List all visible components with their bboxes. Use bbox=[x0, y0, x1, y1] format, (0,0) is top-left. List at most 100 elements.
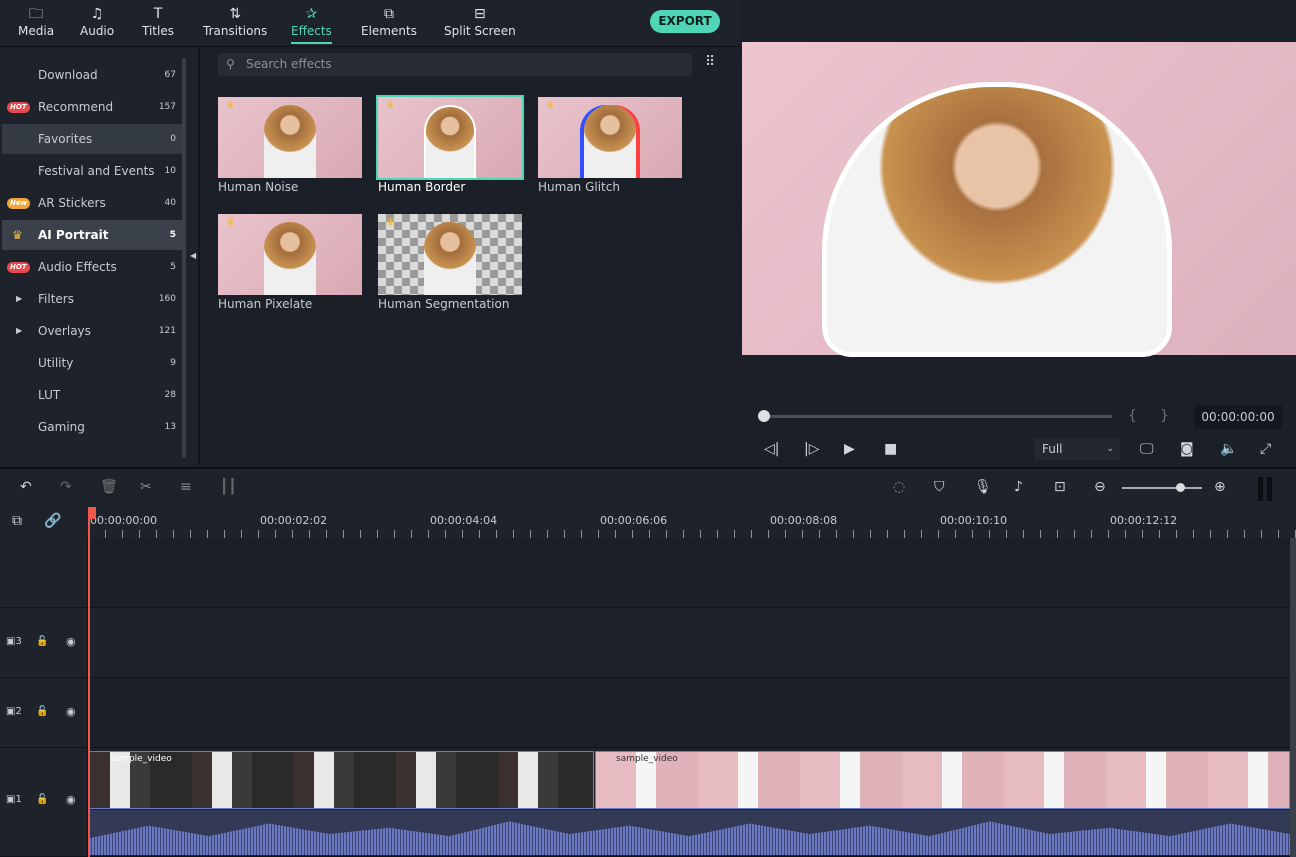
crown-icon: ♛ bbox=[226, 217, 235, 228]
fit-icon[interactable]: ⊡ bbox=[1054, 479, 1066, 495]
video-clip[interactable]: sample_video bbox=[595, 751, 1290, 809]
collapse-icon[interactable]: ◀ bbox=[190, 251, 196, 260]
ruler-ticks bbox=[88, 530, 1296, 538]
ruler-label: 00:00:10:10 bbox=[940, 514, 1008, 527]
sidebar-scrollbar[interactable] bbox=[182, 58, 186, 458]
playhead-handle[interactable] bbox=[88, 507, 96, 519]
prev-frame-icon[interactable]: ◁| bbox=[764, 441, 779, 457]
crown-icon: ♛ bbox=[386, 100, 395, 111]
sidebar-item-utility[interactable]: Utility 9 bbox=[2, 348, 182, 378]
timeline-ruler[interactable]: ⧉ 🔗 00:00:00:00 00:00:02:02 00:00:04:04 … bbox=[0, 505, 1296, 538]
effect-thumb-human-noise[interactable]: ♛ bbox=[218, 97, 362, 178]
audio-waveform[interactable] bbox=[89, 810, 1290, 855]
preview-scrubber[interactable] bbox=[762, 415, 1112, 418]
expand-icon[interactable]: ▶ bbox=[16, 316, 22, 346]
video-clip[interactable]: sample_video bbox=[89, 751, 594, 809]
tab-media[interactable]: 🗀 Media bbox=[18, 4, 54, 38]
delete-icon[interactable]: 🗑 bbox=[100, 479, 118, 495]
effect-label: Human Glitch bbox=[538, 180, 620, 194]
eye-icon[interactable]: ◉ bbox=[66, 793, 76, 806]
redo-icon[interactable]: ↷ bbox=[60, 479, 72, 495]
zoom-in-icon[interactable]: ⊕ bbox=[1214, 479, 1226, 495]
play-icon[interactable]: ▶ bbox=[844, 441, 855, 457]
new-badge: New bbox=[7, 198, 31, 209]
play-step-icon[interactable]: |▷ bbox=[804, 441, 819, 457]
sidebar-item-filters[interactable]: ▶ Filters 160 bbox=[2, 284, 182, 314]
sidebar-item-overlays[interactable]: ▶ Overlays 121 bbox=[2, 316, 182, 346]
export-button[interactable]: EXPORT bbox=[650, 10, 720, 33]
stop-icon[interactable]: ■ bbox=[884, 441, 897, 457]
lock-icon[interactable]: 🔓 bbox=[36, 794, 48, 805]
cut-icon[interactable]: ✂ bbox=[140, 479, 152, 495]
lock-icon[interactable]: 🔓 bbox=[36, 636, 48, 647]
lock-icon[interactable]: 🔓 bbox=[36, 706, 48, 717]
tab-split-screen[interactable]: ⊟ Split Screen bbox=[444, 4, 516, 38]
preview-panel: { } 00:00:00:00 ◁| |▷ ▶ ■ Full ⌄ 🖵 ◙ 🔈 ⤢ bbox=[742, 0, 1296, 465]
snapshot-icon[interactable]: ◙ bbox=[1180, 441, 1194, 457]
search-icon: ⚲ bbox=[226, 57, 235, 71]
transition-icon: ⇅ bbox=[229, 6, 242, 22]
tab-audio[interactable]: ♫ Audio bbox=[80, 4, 114, 38]
zoom-slider-handle[interactable] bbox=[1176, 483, 1185, 492]
panel-toggle[interactable] bbox=[1258, 477, 1272, 501]
display-icon[interactable]: 🖵 bbox=[1140, 441, 1154, 457]
track-3: ▣3 🔓 ◉ bbox=[0, 608, 1290, 678]
sidebar-item-recommend[interactable]: HOT Recommend 157 bbox=[2, 92, 182, 122]
adjust-icon[interactable]: ≡ bbox=[180, 479, 192, 495]
ruler-label: 00:00:12:12 bbox=[1110, 514, 1178, 527]
split-screen-icon: ⊟ bbox=[473, 6, 486, 22]
search-input[interactable]: ⚲ Search effects bbox=[218, 53, 692, 76]
scrubber-handle[interactable] bbox=[758, 410, 770, 422]
timeline-toolbar: ↶ ↷ 🗑 ✂ ≡ ┃┃ ◌ ⛉ 🎙 ♪ ⊡ ⊖ ⊕ bbox=[0, 467, 1296, 505]
preview-video bbox=[742, 42, 1296, 357]
crown-icon: ♛ bbox=[12, 228, 23, 242]
eye-icon[interactable]: ◉ bbox=[66, 635, 76, 648]
link-icon[interactable]: 🔗 bbox=[44, 513, 61, 529]
undo-icon[interactable]: ↶ bbox=[20, 479, 32, 495]
timecode: 00:00:00:00 bbox=[1194, 405, 1282, 429]
mark-in-icon[interactable]: { bbox=[1128, 408, 1137, 424]
effect-thumb-human-glitch[interactable]: ♛ bbox=[538, 97, 682, 178]
voiceover-icon[interactable]: ♪ bbox=[1014, 479, 1023, 495]
audio-wave-icon[interactable]: ┃┃ bbox=[220, 479, 237, 495]
video-track-icon: ▣1 bbox=[6, 794, 22, 805]
crown-icon: ♛ bbox=[546, 100, 555, 111]
effects-sidebar: Download 67 HOT Recommend 157 Favorites 0 Fe… bbox=[0, 48, 200, 465]
effect-thumb-human-segmentation[interactable]: ♛ bbox=[378, 214, 522, 295]
grid-view-icon[interactable]: ⠿ bbox=[705, 54, 715, 70]
tab-elements[interactable]: ⧉ Elements bbox=[361, 4, 417, 38]
sidebar-item-gaming[interactable]: Gaming 13 bbox=[2, 412, 182, 442]
effect-thumb-human-border[interactable]: ♛ bbox=[376, 95, 524, 180]
sidebar-item-download[interactable]: Download 67 bbox=[2, 60, 182, 90]
quality-select[interactable]: Full ⌄ bbox=[1034, 438, 1120, 460]
marker-icon[interactable]: ⛉ bbox=[934, 479, 945, 495]
zoom-out-icon[interactable]: ⊖ bbox=[1094, 479, 1106, 495]
sidebar-item-favorites[interactable]: Favorites 0 bbox=[2, 124, 182, 154]
sidebar-item-ai-portrait[interactable]: ♛ AI Portrait 5 bbox=[2, 220, 182, 250]
ruler-label: 00:00:02:02 bbox=[260, 514, 328, 527]
tab-titles[interactable]: T Titles bbox=[142, 4, 174, 38]
add-track-icon[interactable]: ⧉ bbox=[12, 513, 22, 529]
tab-transitions[interactable]: ⇅ Transitions bbox=[203, 4, 267, 38]
volume-icon[interactable]: 🔈 bbox=[1220, 441, 1237, 457]
sidebar-item-lut[interactable]: LUT 28 bbox=[2, 380, 182, 410]
ruler-label: 00:00:00:00 bbox=[90, 514, 158, 527]
tab-effects[interactable]: ✰ Effects bbox=[291, 4, 332, 44]
microphone-icon[interactable]: 🎙 bbox=[974, 479, 992, 495]
playhead[interactable] bbox=[88, 507, 90, 857]
empty-track-area bbox=[0, 538, 1290, 608]
track-1: ▣1 🔓 ◉ sample_video sample_video bbox=[0, 748, 1290, 857]
ruler-label: 00:00:08:08 bbox=[770, 514, 838, 527]
effect-thumb-human-pixelate[interactable]: ♛ bbox=[218, 214, 362, 295]
render-icon[interactable]: ◌ bbox=[893, 479, 905, 495]
sidebar-item-ar-stickers[interactable]: New AR Stickers 40 bbox=[2, 188, 182, 218]
sidebar-item-audio-effects[interactable]: HOT Audio Effects 5 bbox=[2, 252, 182, 282]
sidebar-item-festival[interactable]: Festival and Events 10 bbox=[2, 156, 182, 186]
expand-icon[interactable]: ▶ bbox=[16, 284, 22, 314]
eye-icon[interactable]: ◉ bbox=[66, 705, 76, 718]
timeline-scrollbar[interactable] bbox=[1290, 538, 1296, 857]
video-track-icon: ▣2 bbox=[6, 706, 22, 717]
zoom-slider[interactable] bbox=[1122, 487, 1202, 489]
mark-out-icon[interactable]: } bbox=[1160, 408, 1169, 424]
fullscreen-icon[interactable]: ⤢ bbox=[1260, 441, 1271, 457]
